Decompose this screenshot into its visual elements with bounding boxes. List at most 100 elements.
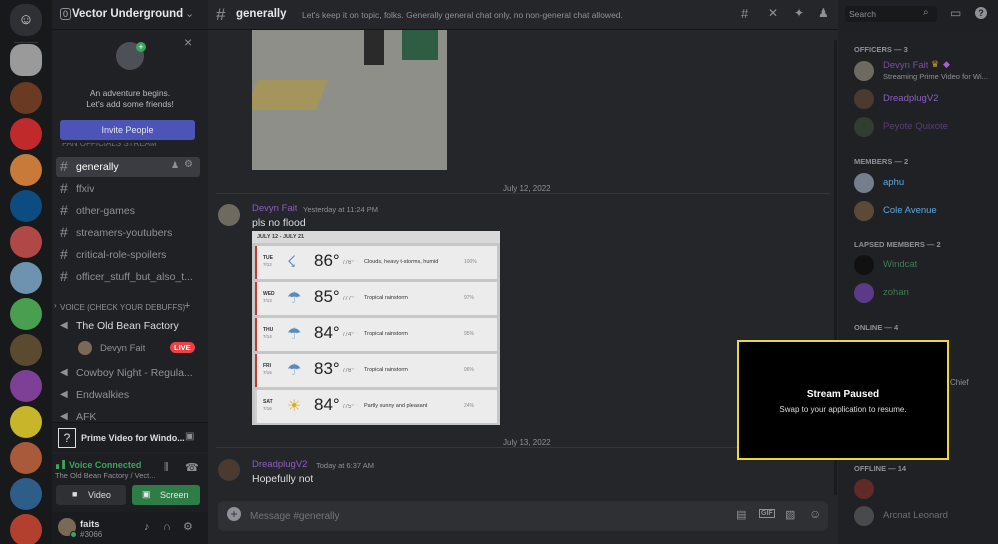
message-timestamp: Yesterday at 11:24 PM (303, 205, 379, 214)
hashtag-icon: # (60, 202, 68, 218)
close-icon[interactable]: × (184, 34, 192, 50)
home-button[interactable]: ☺ (10, 4, 42, 36)
server-icon[interactable] (10, 154, 42, 186)
emoji-icon[interactable]: ☺ (809, 507, 821, 521)
member-item[interactable]: DreadplugV2 (854, 87, 994, 113)
inbox-icon[interactable]: ▭ (950, 6, 961, 20)
member-item[interactable]: Devyn Fait ♛ ◆ Streaming Prime Video for… (854, 59, 994, 85)
invite-people-button[interactable]: Invite People (60, 120, 195, 140)
noise-suppression-icon[interactable]: ⫼ (164, 462, 169, 473)
server-icon[interactable] (10, 478, 42, 510)
member-name[interactable]: Chief (950, 378, 969, 387)
server-header[interactable]: 0 Vector Underground ⌄ (52, 0, 208, 30)
voice-channel[interactable]: ◀ Endwalkies (56, 386, 204, 406)
channel-label: streamers-youtubers (76, 227, 173, 239)
forecast-row: TUE 7/12 ☇ 86°/76° Clouds, heavy t-storms, h… (255, 246, 497, 279)
chevron-down-icon: ⌄ (185, 8, 195, 20)
mute-bell-icon[interactable]: ✕ (768, 6, 778, 20)
server-icon[interactable] (10, 118, 42, 150)
search-box[interactable]: Search ⌕ (845, 6, 937, 22)
server-icon[interactable] (10, 406, 42, 438)
member-item[interactable]: Cole Avenue (854, 199, 994, 225)
member-item[interactable] (854, 477, 994, 501)
channel-label: critical-role-spoilers (76, 249, 167, 261)
channel-item[interactable]: # officer_stuff_but_also_t... (56, 267, 200, 287)
gif-icon[interactable]: GIF (759, 509, 775, 518)
channel-item[interactable]: # streamers-youtubers (56, 223, 200, 243)
member-item[interactable]: Peyote Quixote (854, 115, 994, 141)
voice-channel[interactable]: ◀ The Old Bean Factory (56, 317, 204, 337)
help-icon[interactable]: ? (975, 7, 987, 19)
forecast-day: SAT (263, 399, 273, 405)
disconnect-icon[interactable]: ☎ (185, 461, 199, 474)
message-text: Hopefully not (252, 473, 314, 485)
chevron-down-icon: › (54, 301, 57, 310)
channel-sidebar: 0 Vector Underground ⌄ × + An adventure … (52, 0, 208, 544)
gear-icon[interactable]: ⚙ (184, 159, 193, 170)
server-icon[interactable] (10, 334, 42, 366)
gear-icon[interactable]: ⚙ (183, 520, 193, 533)
sticker-icon[interactable]: ▧ (785, 508, 795, 521)
voice-category-label: VOICE (CHECK YOUR DEBUFFS) (60, 303, 186, 312)
channel-item[interactable]: # ffxiv (56, 179, 200, 199)
avatar[interactable] (218, 204, 240, 226)
screen-icon[interactable]: ▣ (185, 431, 194, 442)
server-icon[interactable] (10, 442, 42, 474)
nitro-icon: ◆ (943, 59, 950, 69)
channel-label: other-games (76, 205, 135, 217)
add-channel-icon[interactable]: + (184, 300, 190, 312)
message-input[interactable] (250, 507, 680, 525)
invite-icon[interactable]: ♟ (171, 160, 179, 171)
channel-item[interactable]: # critical-role-spoilers (56, 245, 200, 265)
add-attachment-icon[interactable]: + (227, 507, 241, 521)
message-author[interactable]: DreadplugV2 (252, 459, 307, 470)
channel-item[interactable]: # other-games (56, 201, 200, 221)
forecast-image[interactable]: JULY 12 - JULY 21 TUE 7/12 ☇ 86°/76° Clouds,… (252, 231, 500, 425)
server-icon-vector-underground[interactable] (10, 44, 42, 76)
member-item[interactable]: zohan (854, 281, 994, 307)
attachment-image[interactable] (252, 30, 447, 170)
threads-icon[interactable]: # (741, 6, 748, 21)
channel-item[interactable]: # generally ♟ ⚙ (56, 157, 200, 177)
voice-channel[interactable]: ◀ AFK (56, 408, 204, 420)
microphone-icon[interactable]: ♪ (144, 521, 150, 533)
gift-icon[interactable]: ▤ (736, 508, 746, 521)
server-icon[interactable] (10, 298, 42, 330)
pin-icon[interactable]: ✦ (794, 6, 804, 20)
hashtag-icon: # (60, 246, 68, 262)
forecast-date: 7/13 (263, 298, 272, 303)
live-badge: LIVE (170, 342, 195, 353)
server-icon[interactable] (10, 190, 42, 222)
forecast-date: 7/15 (263, 370, 272, 375)
server-icon[interactable] (10, 262, 42, 294)
server-icon[interactable] (10, 514, 42, 544)
voice-channel[interactable]: ◀ Cowboy Night - Regula... (56, 364, 204, 384)
member-item[interactable]: aphu (854, 171, 994, 197)
server-list: ☺ (0, 0, 52, 544)
forecast-date: 7/16 (263, 406, 272, 411)
rain-icon: ☂ (287, 362, 302, 379)
message-author[interactable]: Devyn Fait (252, 203, 297, 214)
forecast-low: /77° (343, 296, 354, 302)
screen-share-button[interactable]: ▣ Screen (132, 485, 200, 505)
role-header-offline: OFFLINE — 14 (854, 464, 907, 473)
hashtag-icon: # (216, 5, 226, 24)
video-button[interactable]: ■ Video (56, 485, 126, 505)
server-icon[interactable] (10, 82, 42, 114)
server-icon[interactable] (10, 370, 42, 402)
voice-user[interactable]: Devyn Fait LIVE (78, 340, 202, 358)
member-name: Devyn Fait (883, 60, 929, 71)
voice-category[interactable]: › VOICE (CHECK YOUR DEBUFFS) + (52, 300, 208, 314)
avatar (854, 479, 874, 499)
member-list-icon[interactable]: ♟ (818, 6, 829, 20)
headphones-icon[interactable]: ∩ (163, 521, 171, 533)
member-item[interactable]: Arcnat Leonard (854, 504, 994, 528)
forecast-description: Tropical rainstorm (364, 331, 408, 337)
avatar (854, 61, 874, 81)
member-item[interactable]: Windcat (854, 253, 994, 279)
member-list: OFFICERS — 3 Devyn Fait ♛ ◆ Streaming Pr… (838, 31, 998, 544)
camera-icon: ■ (72, 489, 78, 499)
server-icon[interactable] (10, 226, 42, 258)
avatar[interactable] (218, 459, 240, 481)
stream-paused-popout[interactable]: Stream Paused Swap to your application t… (737, 340, 949, 460)
